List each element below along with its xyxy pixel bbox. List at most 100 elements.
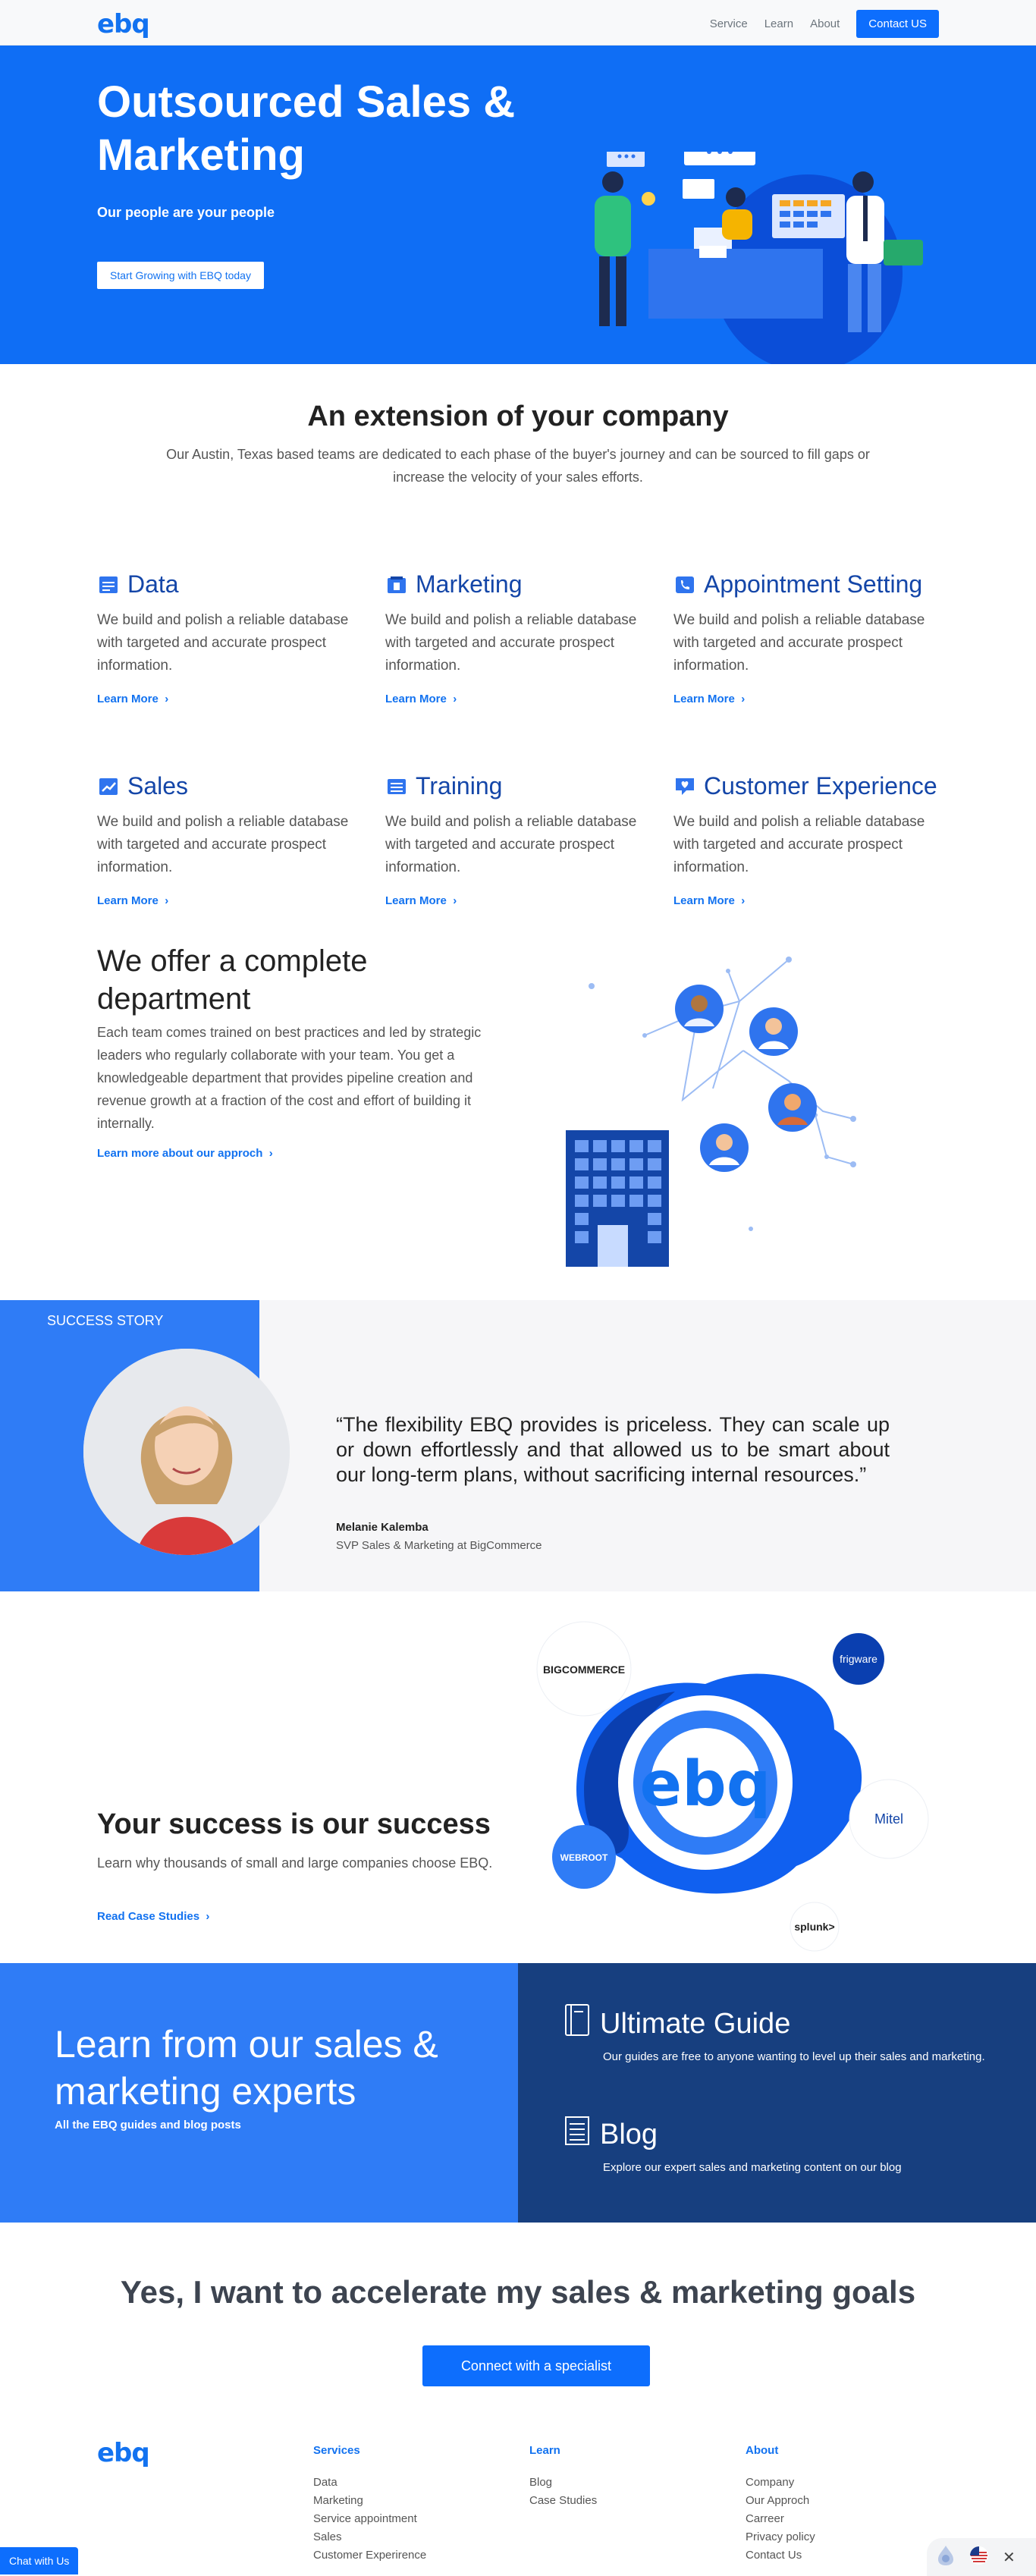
- service-text: We build and polish a reliable database …: [385, 814, 637, 875]
- database-icon: [97, 573, 120, 596]
- service-learn-more-link[interactable]: Learn More ›: [385, 894, 457, 907]
- footer-logo[interactable]: ebq: [97, 2438, 150, 2468]
- service-text: We build and polish a reliable database …: [97, 814, 349, 875]
- top-navbar: ebq Service Learn About Contact US: [0, 0, 1036, 46]
- accelerate-title: Yes, I want to accelerate my sales & mar…: [120, 2274, 916, 2310]
- blog-title: Blog: [600, 2118, 658, 2150]
- nav-learn[interactable]: Learn: [764, 17, 793, 30]
- header-logo[interactable]: ebq: [97, 9, 150, 39]
- approach-link[interactable]: Learn more about our approch ›: [97, 1147, 273, 1160]
- learn-right-panel: Ultimate Guide Our guides are free to an…: [518, 1963, 1036, 2223]
- client-logos-illustration: ebq BIGCOMMERCE frigware Mitel WEBROOT s…: [536, 1621, 929, 1952]
- nav-service[interactable]: Service: [710, 17, 748, 30]
- service-learn-more-link[interactable]: Learn More ›: [385, 693, 457, 705]
- footer-services-column: Services Data Marketing Service appointm…: [313, 2444, 480, 2565]
- connect-specialist-button[interactable]: Connect with a specialist: [422, 2345, 650, 2386]
- learn-subtitle: All the EBQ guides and blog posts: [55, 2119, 241, 2131]
- accessibility-icon[interactable]: [936, 2544, 956, 2571]
- footer-about-column: About Company Our Approch Carreer Privac…: [746, 2444, 912, 2565]
- service-title: Training: [416, 772, 503, 800]
- book-icon: [564, 2003, 591, 2045]
- success-story-section: SUCCESS STORY “The flexibility EBQ provi…: [0, 1300, 1036, 1591]
- accessibility-widget: ✕: [927, 2538, 1036, 2576]
- service-learn-more-link[interactable]: Learn More ›: [673, 693, 745, 705]
- hero-illustration: [595, 152, 923, 364]
- service-text: We build and polish a reliable database …: [385, 612, 637, 674]
- testimonial-name: Melanie Kalemba: [336, 1521, 429, 1534]
- bigcommerce-logo: BIGCOMMERCE: [543, 1663, 625, 1676]
- service-card-data: Data We build and polish a reliable data…: [97, 570, 363, 706]
- service-card-marketing: Marketing We build and polish a reliable…: [385, 570, 651, 706]
- service-text: We build and polish a reliable database …: [97, 612, 349, 674]
- learn-title: Learn from our sales & marketing experts: [55, 2023, 438, 2113]
- service-card-customer-experience: Customer Experience We build and polish …: [673, 772, 939, 908]
- ultimate-guide-item[interactable]: Ultimate Guide Our guides are free to an…: [564, 2003, 988, 2066]
- webroot-logo: WEBROOT: [560, 1852, 608, 1863]
- testimonial-avatar: [83, 1349, 290, 1555]
- footer-link[interactable]: Service appointment: [313, 2510, 480, 2528]
- footer-link[interactable]: Case Studies: [529, 2492, 696, 2510]
- blog-item[interactable]: Blog Explore our expert sales and market…: [564, 2113, 988, 2177]
- footer-link[interactable]: Sales: [313, 2528, 480, 2546]
- service-text: We build and polish a reliable database …: [673, 612, 925, 674]
- hero-title: Outsourced Sales & Marketing: [97, 77, 516, 180]
- extension-text: Our Austin, Texas based teams are dedica…: [166, 447, 870, 485]
- footer-link[interactable]: Marketing: [313, 2492, 480, 2510]
- footer-learn-heading: Learn: [529, 2444, 560, 2457]
- service-card-appointment-setting: Appointment Setting We build and polish …: [673, 570, 939, 706]
- service-title: Marketing: [416, 570, 523, 598]
- mitel-logo: Mitel: [874, 1811, 903, 1827]
- extension-title: An extension of your company: [307, 401, 729, 432]
- heart-chat-icon: [673, 775, 696, 798]
- phone-icon: [673, 573, 696, 596]
- frigware-logo: frigware: [840, 1653, 877, 1665]
- footer-link[interactable]: Privacy policy: [746, 2528, 912, 2546]
- footer-learn-column: Learn Blog Case Studies: [529, 2444, 696, 2510]
- footer-link[interactable]: Contact Us: [746, 2546, 912, 2565]
- chart-icon: [97, 775, 120, 798]
- nav-about[interactable]: About: [810, 17, 840, 30]
- department-title: We offer a complete department: [97, 944, 368, 1016]
- blog-icon: [564, 2113, 591, 2156]
- footer-link[interactable]: Data: [313, 2474, 480, 2492]
- hero-section: Outsourced Sales & Marketing Our people …: [0, 46, 1036, 364]
- case-studies-link[interactable]: Read Case Studies ›: [97, 1910, 209, 1923]
- department-illustration: [566, 957, 856, 1267]
- splunk-logo: splunk>: [794, 1921, 834, 1933]
- footer-link[interactable]: Customer Experirence: [313, 2546, 480, 2565]
- marketing-icon: [385, 573, 408, 596]
- testimonial-quote: “The flexibility EBQ provides is pricele…: [336, 1413, 890, 1486]
- service-title: Appointment Setting: [704, 570, 923, 598]
- footer-services-heading: Services: [313, 2444, 360, 2457]
- success-text: Learn why thousands of small and large c…: [97, 1855, 493, 1871]
- chat-button[interactable]: Chat with Us: [0, 2547, 79, 2574]
- service-card-training: Training We build and polish a reliable …: [385, 772, 651, 908]
- learn-left-panel: Learn from our sales & marketing experts…: [0, 1963, 518, 2223]
- service-title: Sales: [127, 772, 189, 800]
- contact-button[interactable]: Contact US: [856, 10, 939, 38]
- service-learn-more-link[interactable]: Learn More ›: [673, 894, 745, 907]
- footer-about-heading: About: [746, 2444, 779, 2457]
- service-card-sales: Sales We build and polish a reliable dat…: [97, 772, 363, 908]
- main-nav: Service Learn About Contact US: [710, 10, 939, 38]
- ebq-center-logo: ebq: [639, 1748, 771, 1820]
- footer-link[interactable]: Carreer: [746, 2510, 912, 2528]
- service-title: Customer Experience: [704, 772, 937, 800]
- service-learn-more-link[interactable]: Learn More ›: [97, 693, 168, 705]
- close-icon[interactable]: ✕: [1003, 2548, 1016, 2567]
- us-flag-icon[interactable]: [969, 2546, 989, 2569]
- training-icon: [385, 775, 408, 798]
- ultimate-guide-text: Our guides are free to anyone wanting to…: [603, 2050, 985, 2063]
- footer-link[interactable]: Our Approch: [746, 2492, 912, 2510]
- footer-link[interactable]: Company: [746, 2474, 912, 2492]
- success-story-label: SUCCESS STORY: [47, 1313, 164, 1328]
- hero-subtitle: Our people are your people: [97, 205, 275, 220]
- success-title: Your success is our success: [97, 1808, 491, 1840]
- ultimate-guide-title: Ultimate Guide: [600, 2007, 791, 2040]
- blog-text: Explore our expert sales and marketing c…: [603, 2161, 902, 2174]
- footer-link[interactable]: Blog: [529, 2474, 696, 2492]
- service-text: We build and polish a reliable database …: [673, 814, 925, 875]
- service-learn-more-link[interactable]: Learn More ›: [97, 894, 168, 907]
- department-text: Each team comes trained on best practice…: [97, 1025, 482, 1131]
- hero-cta-button[interactable]: Start Growing with EBQ today: [97, 262, 264, 289]
